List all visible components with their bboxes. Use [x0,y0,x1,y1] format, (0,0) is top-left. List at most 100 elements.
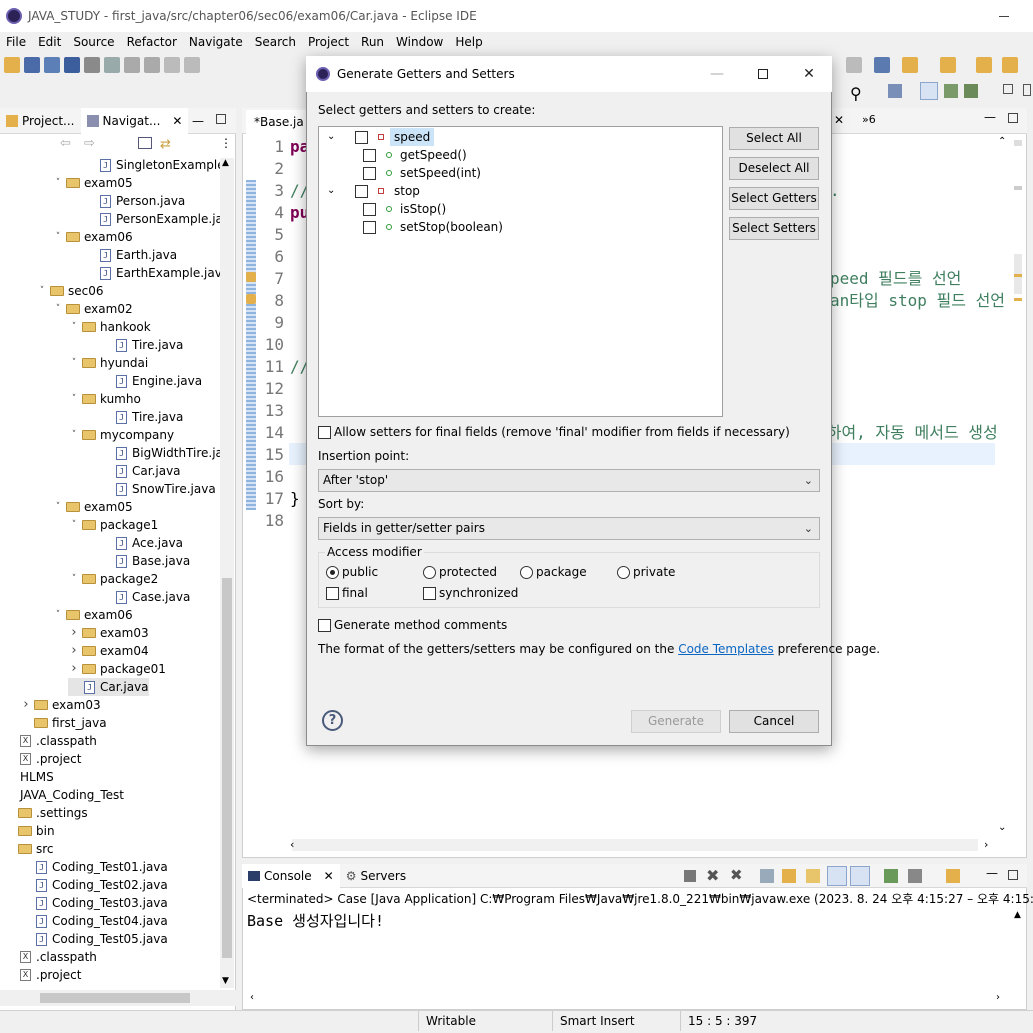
tree-item[interactable]: J Car.java [100,462,181,480]
editor-scroll-right-icon[interactable]: › [984,838,988,851]
globe-icon[interactable] [846,57,862,73]
tree-item[interactable]: ˅ exam05 [52,498,133,516]
maximize-icon[interactable] [1023,84,1031,96]
tree-item[interactable]: J Base.java [100,552,190,570]
access-package-radio[interactable] [520,565,533,579]
console-scroll-up-icon[interactable]: ▲ [1014,910,1021,920]
chevron-right-icon[interactable]: › [20,696,32,714]
chevron-down-icon[interactable]: ˅ [52,300,64,318]
chevron-down-icon[interactable]: ˅ [68,516,80,534]
tree-item[interactable]: › exam03 [20,696,100,714]
save-icon[interactable] [24,57,40,73]
java-perspective-icon[interactable] [920,82,938,100]
generate-comments-checkbox[interactable] [318,618,331,632]
access-protected-option[interactable]: protected [423,565,497,579]
tree-item[interactable]: › exam04 [68,642,148,660]
disconnect-icon[interactable] [164,57,180,73]
tree-item[interactable]: ˅ hankook [68,318,151,336]
tree-item[interactable]: X .project [4,966,81,984]
tree-item[interactable]: src [4,840,54,858]
print-icon[interactable] [64,57,80,73]
open-perspective-icon[interactable] [888,84,902,98]
tree-item[interactable]: J Case.java [100,588,190,606]
debug-perspective-icon[interactable] [944,84,958,98]
tree-horizontal-scrollbar[interactable] [0,990,236,1006]
tree-item[interactable]: first_java [20,714,107,732]
next-annotation-icon[interactable] [902,57,918,73]
previous-annotation-icon[interactable] [940,57,956,73]
close-icon[interactable]: ✕ [172,114,182,128]
menu-search[interactable]: Search [249,35,302,49]
editor-horizontal-scrollbar[interactable] [292,839,978,851]
scroll-down-icon[interactable]: ▼ [222,976,229,986]
tree-item[interactable]: J EarthExample.java [84,264,220,282]
clear-console-icon[interactable] [760,869,774,883]
allow-final-option[interactable]: Allow setters for final fields (remove '… [318,425,790,439]
deselect-all-button[interactable]: Deselect All [729,157,819,180]
access-public-option[interactable]: public [326,565,378,579]
select-all-button[interactable]: Select All [729,127,819,150]
access-private-option[interactable]: private [617,565,675,579]
tree-item[interactable]: J BigWidthTire.java [100,444,220,462]
final-checkbox[interactable] [326,586,339,600]
new-icon[interactable] [4,57,20,73]
close-icon[interactable]: ✕ [324,869,334,883]
minimize-icon[interactable] [999,16,1009,17]
method-isstop-checkbox[interactable] [363,202,376,216]
access-private-radio[interactable] [617,565,630,579]
menu-source[interactable]: Source [67,35,120,49]
tree-item[interactable]: ˅ exam06 [52,606,133,624]
forward-icon[interactable] [1002,57,1018,73]
synchronized-checkbox[interactable] [423,586,436,600]
select-setters-button[interactable]: Select Setters [729,217,819,240]
tree-item[interactable]: J Tire.java [100,336,183,354]
editor-scroll-left-icon[interactable]: ‹ [290,838,294,851]
tree-item[interactable]: › exam03 [68,624,148,642]
tree-vertical-scrollbar[interactable] [220,158,234,988]
sort-by-select[interactable]: Fields in getter/setter pairs ⌄ [318,517,820,540]
cancel-button[interactable]: Cancel [729,710,819,733]
display-console-icon[interactable] [908,869,922,883]
tab-base-java[interactable]: *Base.ja [246,110,312,134]
field-method-tree[interactable]: ⌄ speed getSpeed() setSpeed(int) ⌄ stop … [318,126,723,417]
tree-item[interactable]: J Coding_Test04.java [20,912,168,930]
field-stop-checkbox[interactable] [355,184,368,198]
generate-comments-option[interactable]: Generate method comments [318,618,507,632]
chevron-right-icon[interactable]: › [68,660,80,678]
tree-item[interactable]: J Coding_Test01.java [20,858,168,876]
resume-icon[interactable] [104,57,120,73]
tree-item[interactable]: J Person.java [84,192,185,210]
method-getspeed-label[interactable]: getSpeed() [400,146,467,164]
maximize-editor-icon[interactable] [1008,113,1018,123]
more-tabs[interactable]: »6 [862,113,876,126]
console-output[interactable]: Base 생성자입니다! [247,910,384,931]
tree-item[interactable]: X .classpath [4,732,97,750]
warning-marker-icon[interactable] [246,272,256,282]
tree-item[interactable]: X .classpath [4,948,97,966]
chevron-down-icon[interactable]: ˅ [68,426,80,444]
show-stderr-icon[interactable] [850,866,870,886]
menu-refactor[interactable]: Refactor [121,35,183,49]
field-speed-checkbox[interactable] [355,130,368,144]
editor-scroll-down-icon[interactable]: ⌄ [998,822,1006,833]
tab-console[interactable]: Console ✕ [242,863,340,888]
generate-button[interactable]: Generate [631,710,721,733]
tab-navigator[interactable]: Navigat... ✕ [80,107,189,134]
access-public-radio[interactable] [326,565,339,579]
field-stop-label[interactable]: stop [392,182,422,200]
minimize-console-icon[interactable]: — [986,866,998,880]
tree-item[interactable]: › package01 [68,660,166,678]
chevron-down-icon[interactable]: ˅ [68,390,80,408]
tree-item[interactable]: J Coding_Test02.java [20,876,168,894]
final-option[interactable]: final [326,586,368,600]
pin-console-icon[interactable] [884,869,898,883]
word-wrap-icon[interactable] [806,869,820,883]
synchronized-option[interactable]: synchronized [423,586,518,600]
save-all-icon[interactable] [44,57,60,73]
editor-scroll-up-icon[interactable]: ⌃ [998,136,1006,147]
restore-icon[interactable] [1003,84,1013,94]
menu-run[interactable]: Run [355,35,390,49]
method-getspeed-checkbox[interactable] [363,148,376,162]
chevron-right-icon[interactable]: › [68,642,80,660]
tree-item[interactable]: bin [4,822,55,840]
